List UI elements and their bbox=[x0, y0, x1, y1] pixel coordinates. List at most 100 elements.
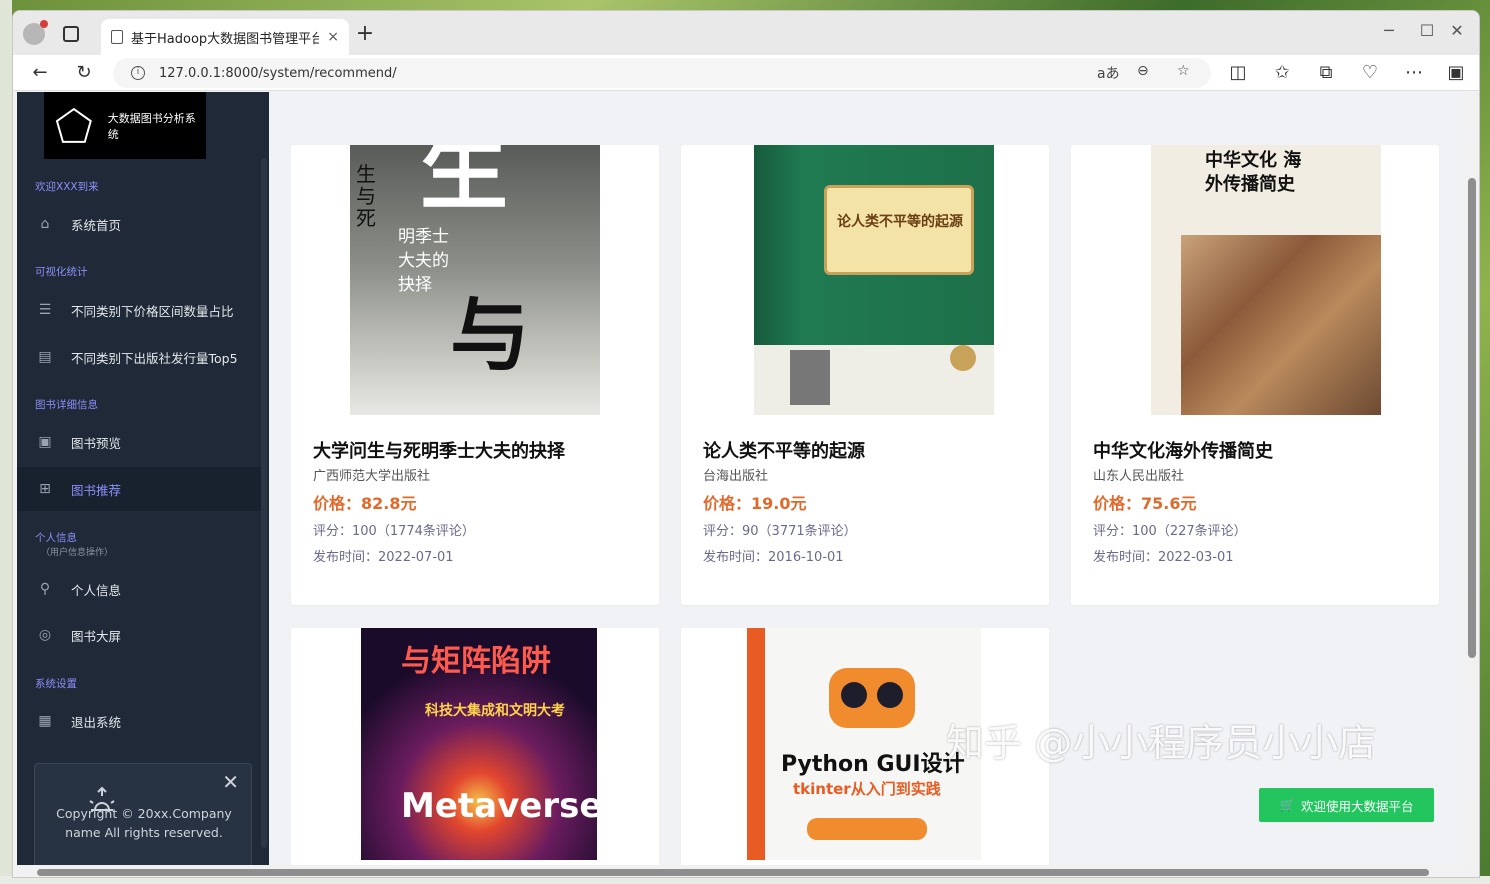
cover-art bbox=[1181, 235, 1381, 415]
sidebar-toggle-icon[interactable]: ▣ bbox=[1443, 60, 1469, 86]
title-bar: 基于Hadoop大数据图书管理平台 × + ─ ☐ ✕ bbox=[13, 11, 1479, 55]
book-cover[interactable]: 论人类不平等的起源 bbox=[754, 145, 994, 415]
section-personal-sub: （用户信息操作） bbox=[41, 548, 114, 558]
book-cover[interactable]: 与矩阵陷阱 科技大集成和文明大考 Metaverse bbox=[361, 628, 597, 860]
book-title[interactable]: 大学问生与死明季士大夫的抉择 bbox=[313, 437, 565, 463]
logo[interactable]: 大数据图书分析系统 bbox=[44, 92, 206, 159]
book-publisher: 山东人民出版社 bbox=[1093, 469, 1185, 484]
collections-icon[interactable]: ⧉ bbox=[1313, 60, 1339, 86]
cover-big-text: Metaverse bbox=[401, 786, 597, 826]
cover-char-2: 与 bbox=[450, 288, 530, 382]
sidebar-scrollbar[interactable] bbox=[261, 158, 267, 848]
book-price: 价格：75.6元 bbox=[1093, 494, 1197, 513]
sidebar-item-label: 不同类别下出版社发行量Top5 bbox=[71, 350, 238, 366]
browser-tab[interactable]: 基于Hadoop大数据图书管理平台 × bbox=[101, 19, 349, 55]
cart-icon: 🛒 bbox=[1279, 797, 1296, 812]
cover-title: Python GUI设计 bbox=[781, 752, 965, 777]
welcome-cart-button[interactable]: 🛒 欢迎使用大数据平台 bbox=[1259, 788, 1434, 822]
new-tab-button[interactable]: + bbox=[351, 21, 379, 49]
section-detail: 图书详细信息 bbox=[35, 399, 98, 411]
book-card[interactable]: 生 与 生与死 明季士大夫的抉择 大学问生与死明季士大夫的抉择 广西师范大学出版… bbox=[291, 145, 659, 605]
favorites-icon[interactable]: ✩ bbox=[1269, 60, 1295, 86]
cover-portrait bbox=[790, 350, 830, 405]
logout-icon: ▦ bbox=[38, 713, 52, 729]
extension-icon[interactable]: ♡ bbox=[1357, 60, 1383, 86]
sidebar-item-label: 退出系统 bbox=[71, 714, 122, 730]
close-icon[interactable]: ✕ bbox=[222, 770, 239, 794]
tab-title: 基于Hadoop大数据图书管理平台 bbox=[131, 31, 320, 47]
profile-avatar-icon[interactable] bbox=[23, 20, 48, 45]
briefcase-icon: ▣ bbox=[38, 434, 52, 450]
favorite-star-icon[interactable]: ☆ bbox=[1177, 63, 1190, 79]
cover-subtitle: 科技大集成和文明大考 bbox=[425, 703, 565, 719]
section-welcome: 欢迎XXX到来 bbox=[35, 181, 99, 193]
close-window-icon[interactable]: ✕ bbox=[1439, 21, 1475, 40]
cover-spine bbox=[747, 628, 765, 860]
store-icon: ▤ bbox=[38, 349, 52, 365]
book-cover[interactable]: 生 与 生与死 明季士大夫的抉择 bbox=[350, 145, 600, 415]
desktop-edge bbox=[0, 0, 12, 884]
cover-title: 与矩阵陷阱 bbox=[401, 644, 551, 679]
user-nodes-icon: ⚲ bbox=[39, 581, 51, 597]
sidebar-item-price-ratio[interactable]: ☰ 不同类别下价格区间数量占比 bbox=[17, 288, 261, 332]
sidebar-item-home[interactable]: ⌂ 系统首页 bbox=[17, 202, 261, 246]
sidebar-item-profile[interactable]: ⚲ 个人信息 bbox=[17, 567, 261, 611]
cover-subtitle: tkinter从入门到实践 bbox=[793, 780, 941, 798]
site-info-icon[interactable]: i bbox=[131, 66, 145, 80]
horizontal-scroll-thumb[interactable] bbox=[37, 869, 1429, 876]
zoom-out-icon[interactable]: ⊖ bbox=[1137, 63, 1149, 79]
pentagon-logo-icon bbox=[55, 107, 92, 143]
cover-char-1: 生 bbox=[420, 145, 509, 222]
cover-title: 论人类不平等的起源 bbox=[837, 214, 963, 230]
section-personal: 个人信息 bbox=[35, 532, 77, 544]
book-rating: 评分：100（1774条评论） bbox=[313, 524, 475, 539]
url-text[interactable]: 127.0.0.1:8000/system/recommend/ bbox=[159, 66, 397, 81]
back-icon[interactable]: ← bbox=[27, 60, 53, 86]
book-date: 发布时间：2022-07-01 bbox=[313, 550, 454, 565]
minimize-icon[interactable]: ─ bbox=[1371, 21, 1407, 40]
sidebar-item-book-recommend[interactable]: ⊞ 图书推荐 bbox=[17, 467, 261, 511]
robot-eye-left bbox=[841, 682, 867, 708]
tab-actions-icon[interactable] bbox=[63, 26, 79, 42]
sidebar: 大数据图书分析系统 欢迎XXX到来 ⌂ 系统首页 可视化统计 ☰ 不同类别下价格… bbox=[17, 92, 269, 877]
page-icon bbox=[111, 30, 123, 44]
book-card[interactable]: 中华文化 海外传播简史 中华文化海外传播简史 山东人民出版社 价格：75.6元 … bbox=[1071, 145, 1439, 605]
vertical-scrollbar[interactable] bbox=[1465, 92, 1479, 877]
book-card[interactable]: 与矩阵陷阱 科技大集成和文明大考 Metaverse bbox=[291, 628, 659, 877]
sidebar-item-label: 不同类别下价格区间数量占比 bbox=[71, 303, 234, 319]
sidebar-item-label: 系统首页 bbox=[71, 217, 122, 233]
sidebar-item-logout[interactable]: ▦ 退出系统 bbox=[17, 699, 261, 743]
book-publisher: 台海出版社 bbox=[703, 469, 769, 484]
home-icon: ⌂ bbox=[40, 216, 50, 232]
copyright-text: Copyright © 20xx.Company name All rights… bbox=[56, 806, 232, 840]
cover-title: 中华文化 海外传播简史 bbox=[1205, 150, 1302, 195]
book-card[interactable]: 论人类不平等的起源 论人类不平等的起源 台海出版社 价格：19.0元 评分：90… bbox=[681, 145, 1049, 605]
brand-name: 大数据图书分析系统 bbox=[107, 111, 196, 141]
address-bar[interactable]: i 127.0.0.1:8000/system/recommend/ aあ ⊖ … bbox=[113, 58, 1211, 88]
split-screen-icon[interactable]: ◫ bbox=[1225, 60, 1251, 86]
tab-close-icon[interactable]: × bbox=[327, 29, 339, 45]
book-title[interactable]: 论人类不平等的起源 bbox=[703, 437, 865, 463]
horizontal-scrollbar[interactable] bbox=[17, 865, 1465, 877]
welcome-button-label: 欢迎使用大数据平台 bbox=[1301, 798, 1414, 814]
sidebar-item-label: 图书大屏 bbox=[71, 628, 122, 644]
book-rating: 评分：90（3771条评论） bbox=[703, 524, 857, 539]
sidebar-item-book-preview[interactable]: ▣ 图书预览 bbox=[17, 420, 261, 464]
refresh-icon[interactable]: ↻ bbox=[71, 60, 97, 86]
sidebar-item-big-screen[interactable]: ◎ 图书大屏 bbox=[17, 613, 261, 657]
book-date: 发布时间：2022-03-01 bbox=[1093, 550, 1234, 565]
read-aloud-icon[interactable]: aあ bbox=[1097, 63, 1120, 83]
book-cover[interactable]: 中华文化 海外传播简史 bbox=[1151, 145, 1381, 415]
section-viz: 可视化统计 bbox=[35, 266, 88, 278]
vertical-scroll-thumb[interactable] bbox=[1468, 178, 1476, 658]
cover-subtitle: 明季士大夫的抉择 bbox=[398, 227, 449, 295]
more-menu-icon[interactable]: ⋯ bbox=[1401, 60, 1427, 86]
book-price: 价格：82.8元 bbox=[313, 494, 417, 513]
recommend-icon: ⊞ bbox=[39, 481, 51, 497]
book-title[interactable]: 中华文化海外传播简史 bbox=[1093, 437, 1273, 463]
cover-seal bbox=[950, 345, 976, 371]
book-date: 发布时间：2016-10-01 bbox=[703, 550, 844, 565]
sidebar-item-publisher-top5[interactable]: ▤ 不同类别下出版社发行量Top5 bbox=[17, 335, 261, 379]
robot-eye-right bbox=[877, 682, 903, 708]
cover-title-vertical: 生与死 bbox=[356, 162, 376, 230]
